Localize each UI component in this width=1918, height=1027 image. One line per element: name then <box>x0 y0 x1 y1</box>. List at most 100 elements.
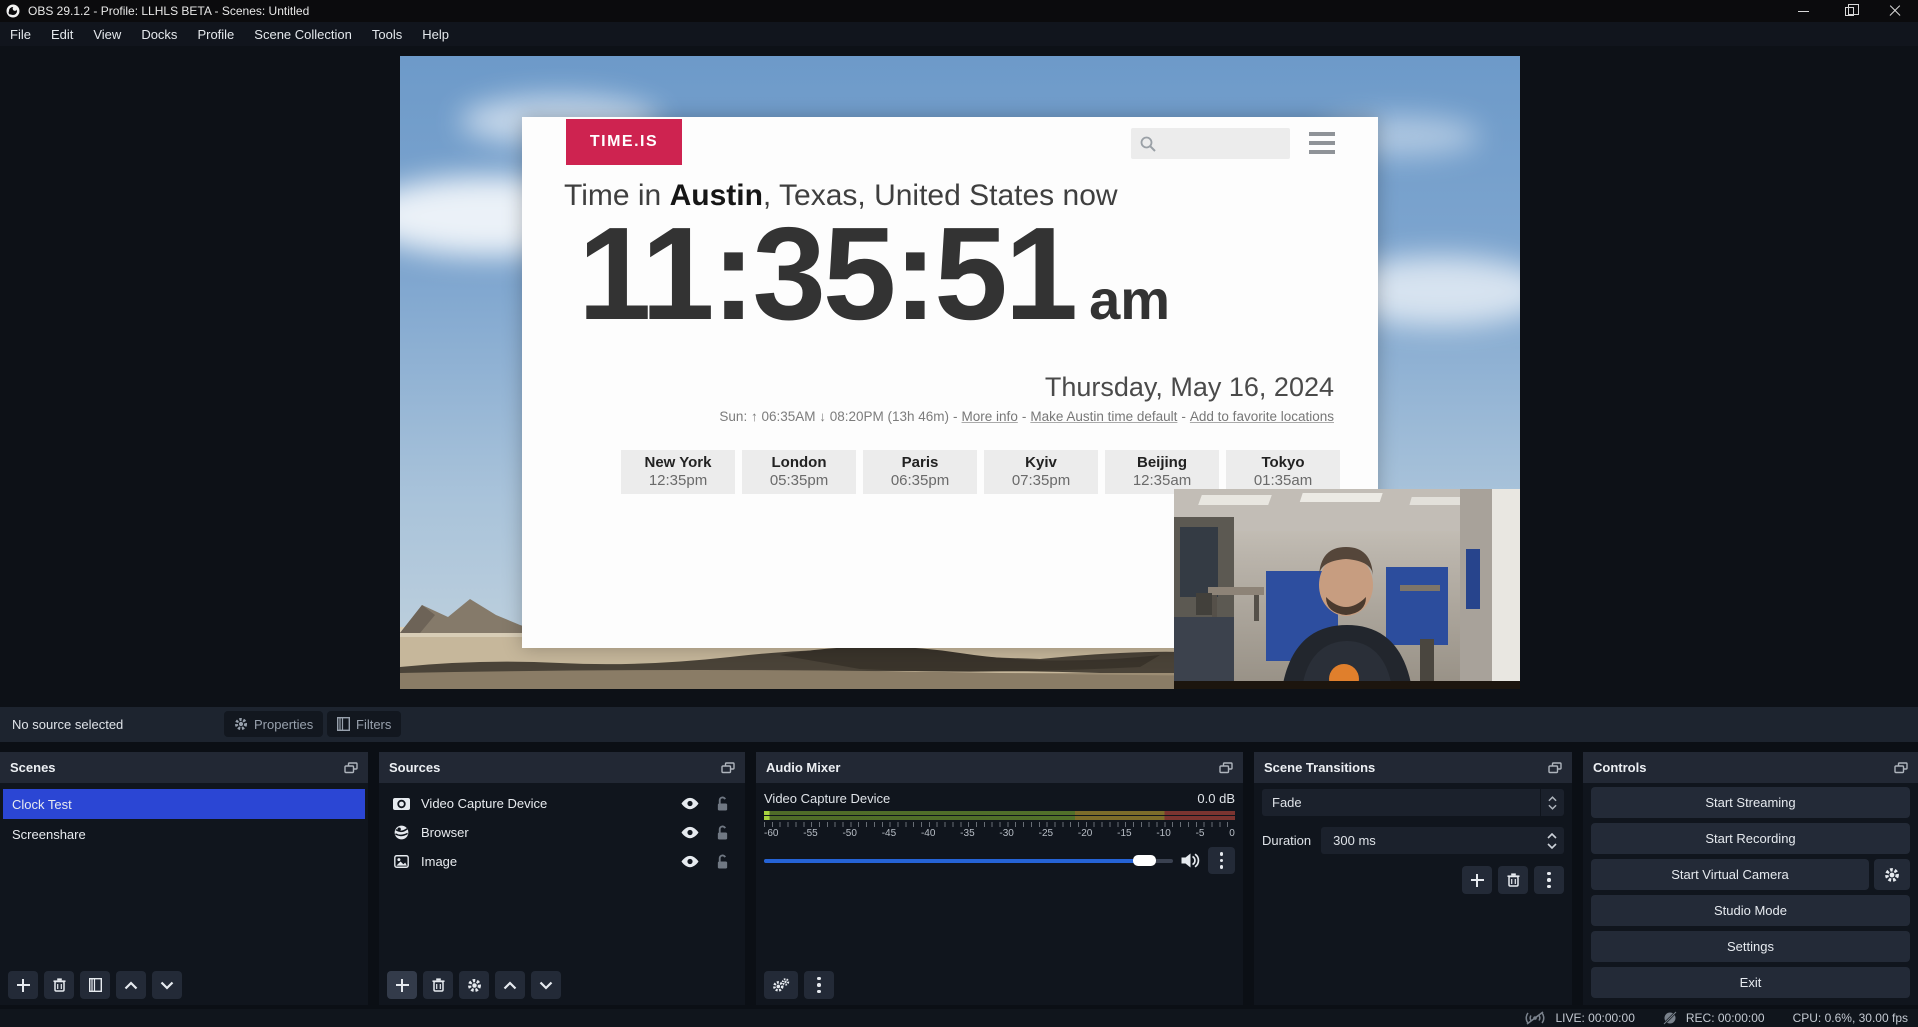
volume-slider[interactable] <box>764 859 1173 863</box>
chevron-up-icon <box>503 981 517 990</box>
current-date: Thursday, May 16, 2024 <box>1045 372 1334 403</box>
lock-toggle[interactable] <box>711 825 733 840</box>
advanced-audio-button[interactable] <box>764 971 798 999</box>
source-item-browser[interactable]: Browser <box>379 818 745 847</box>
search-input[interactable] <box>1131 128 1290 159</box>
menu-view[interactable]: View <box>83 24 131 45</box>
popout-icon[interactable] <box>344 762 358 774</box>
meter-ticks <box>764 822 1235 827</box>
mixer-channel-name: Video Capture Device <box>764 791 890 806</box>
start-virtual-camera-button[interactable]: Start Virtual Camera <box>1591 859 1869 890</box>
close-button[interactable] <box>1872 0 1918 22</box>
menu-scene-collection[interactable]: Scene Collection <box>244 24 362 45</box>
sources-dock: Sources Video Capture Device <box>379 752 745 1005</box>
chevron-down-icon <box>1548 804 1557 810</box>
popout-icon[interactable] <box>721 762 735 774</box>
audio-mixer-dock: Audio Mixer Video Capture Device 0.0 dB … <box>756 752 1243 1005</box>
make-default-link[interactable]: Make Austin time default <box>1030 409 1177 424</box>
speaker-icon[interactable] <box>1181 853 1200 868</box>
move-source-down-button[interactable] <box>531 971 561 999</box>
remove-scene-button[interactable] <box>44 971 74 999</box>
popout-icon[interactable] <box>1548 762 1562 774</box>
eye-icon <box>680 855 700 868</box>
move-scene-up-button[interactable] <box>116 971 146 999</box>
spin-down-icon[interactable] <box>1547 843 1557 849</box>
visibility-toggle[interactable] <box>679 855 701 868</box>
settings-button[interactable]: Settings <box>1591 931 1910 962</box>
sun-info-line: Sun: ↑ 06:35AM ↓ 08:20PM (13h 46m)-More … <box>719 409 1334 424</box>
start-recording-button[interactable]: Start Recording <box>1591 823 1910 854</box>
stream-inactive-icon <box>1524 1011 1546 1025</box>
menu-edit[interactable]: Edit <box>41 24 83 45</box>
studio-mode-button[interactable]: Studio Mode <box>1591 895 1910 926</box>
add-scene-button[interactable] <box>8 971 38 999</box>
program-video[interactable]: TIME.IS Time in Austin, Texas, United St… <box>400 56 1520 689</box>
add-transition-button[interactable] <box>1462 866 1492 894</box>
more-info-link[interactable]: More info <box>962 409 1018 424</box>
menu-docks[interactable]: Docks <box>131 24 187 45</box>
menu-profile[interactable]: Profile <box>187 24 244 45</box>
transitions-dock-title: Scene Transitions <box>1264 760 1375 775</box>
popout-icon[interactable] <box>1219 762 1233 774</box>
db-label: -25 <box>1039 828 1053 839</box>
transition-menu-button[interactable] <box>1534 866 1564 894</box>
city-kyiv[interactable]: Kyiv 07:35pm <box>984 450 1098 494</box>
virtual-camera-settings-button[interactable] <box>1874 859 1910 890</box>
city-tokyo[interactable]: Tokyo 01:35am <box>1226 450 1340 494</box>
transition-selected-value: Fade <box>1262 795 1302 810</box>
mixer-menu-button[interactable] <box>804 971 834 999</box>
scene-item-clock-test[interactable]: Clock Test <box>3 789 365 819</box>
separator: - <box>1181 409 1186 424</box>
start-streaming-button[interactable]: Start Streaming <box>1591 787 1910 818</box>
source-item-video-capture[interactable]: Video Capture Device <box>379 789 745 818</box>
source-item-image[interactable]: Image <box>379 847 745 876</box>
mixer-dock-header[interactable]: Audio Mixer <box>756 752 1243 783</box>
db-label: -20 <box>1078 828 1092 839</box>
remove-source-button[interactable] <box>423 971 453 999</box>
city-newyork[interactable]: New York 12:35pm <box>621 450 735 494</box>
menu-help[interactable]: Help <box>412 24 459 45</box>
kebab-icon <box>1220 852 1224 869</box>
spin-up-icon[interactable] <box>1547 833 1557 839</box>
city-paris[interactable]: Paris 06:35pm <box>863 450 977 494</box>
city-london[interactable]: London 05:35pm <box>742 450 856 494</box>
restore-button[interactable] <box>1826 0 1872 22</box>
source-properties-button[interactable] <box>459 971 489 999</box>
scenes-dock-header[interactable]: Scenes <box>0 752 368 783</box>
eye-icon <box>680 826 700 839</box>
mixer-channel-menu-button[interactable] <box>1208 847 1235 874</box>
menu-tools[interactable]: Tools <box>362 24 412 45</box>
hamburger-menu-icon[interactable] <box>1309 132 1335 159</box>
city-beijing[interactable]: Beijing 12:35am <box>1105 450 1219 494</box>
db-label: -10 <box>1156 828 1170 839</box>
properties-button[interactable]: Properties <box>224 711 323 737</box>
exit-button[interactable]: Exit <box>1591 967 1910 998</box>
minimize-button[interactable] <box>1780 0 1826 22</box>
duration-spinbox[interactable]: 300 ms <box>1321 827 1564 854</box>
lock-toggle[interactable] <box>711 854 733 869</box>
db-label: -55 <box>803 828 817 839</box>
trash-icon <box>1507 873 1520 887</box>
preview-canvas[interactable]: TIME.IS Time in Austin, Texas, United St… <box>0 46 1918 707</box>
lock-toggle[interactable] <box>711 796 733 811</box>
transition-select[interactable]: Fade <box>1262 789 1564 816</box>
add-favorite-link[interactable]: Add to favorite locations <box>1190 409 1334 424</box>
scene-filters-button[interactable] <box>80 971 110 999</box>
remove-transition-button[interactable] <box>1498 866 1528 894</box>
controls-dock-header[interactable]: Controls <box>1583 752 1918 783</box>
popout-icon[interactable] <box>1894 762 1908 774</box>
filters-button[interactable]: Filters <box>327 711 401 737</box>
scene-item-screenshare[interactable]: Screenshare <box>3 819 365 849</box>
sources-dock-header[interactable]: Sources <box>379 752 745 783</box>
timeis-logo[interactable]: TIME.IS <box>566 119 682 165</box>
transitions-dock-header[interactable]: Scene Transitions <box>1254 752 1572 783</box>
volume-slider-handle[interactable] <box>1133 855 1156 866</box>
visibility-toggle[interactable] <box>679 797 701 810</box>
move-scene-down-button[interactable] <box>152 971 182 999</box>
add-source-button[interactable] <box>387 971 417 999</box>
menu-file[interactable]: File <box>0 24 41 45</box>
gear-icon <box>234 717 248 731</box>
move-source-up-button[interactable] <box>495 971 525 999</box>
city-time: 07:35pm <box>1012 472 1070 490</box>
visibility-toggle[interactable] <box>679 826 701 839</box>
